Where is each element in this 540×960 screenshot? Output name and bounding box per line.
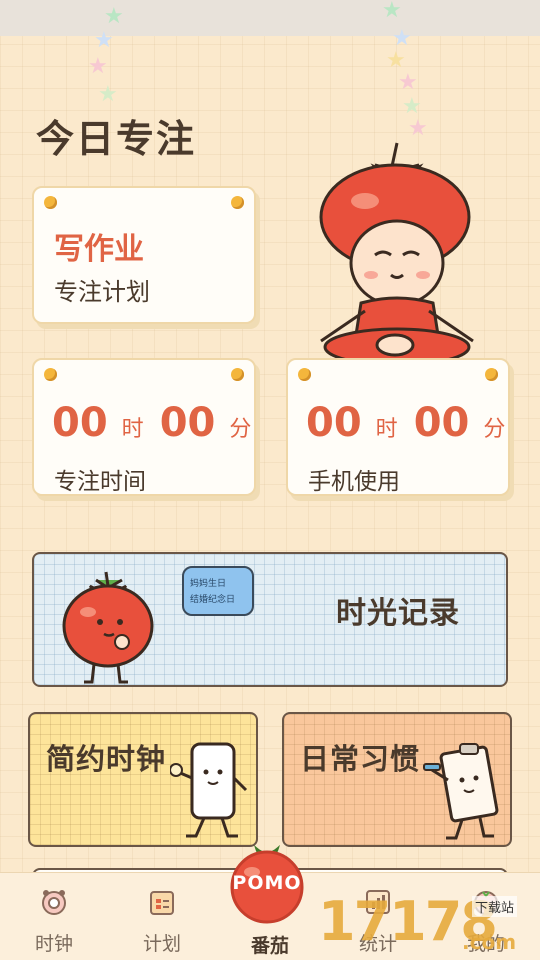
task-name: 写作业 [54,232,144,267]
daily-habit-tile[interactable]: 日常习惯 [282,712,512,847]
bubble-text-1: 妈妈生日 [190,579,227,589]
minute-unit: 分 [229,417,252,442]
pomo-button[interactable]: POMO [226,842,308,924]
focus-time-value: 00 时 00 分 [52,400,267,446]
clock-icon [42,890,66,915]
time-record-banner[interactable]: 妈妈生日 结婚纪念日 时光记录 [32,552,508,687]
simple-clock-tile[interactable]: 简约时钟 [28,712,258,847]
star-icon: ★ [402,94,422,119]
bubble-text-2: 结婚纪念日 [190,595,236,605]
star-icon: ★ [88,54,108,79]
hour-unit: 时 [375,417,398,442]
minute-unit: 分 [483,417,506,442]
pin-icon [298,368,311,381]
hour-unit: 时 [121,417,144,442]
pomo-label: POMO [232,872,302,894]
pin-icon [485,368,498,381]
phone-usage-card[interactable]: 00 时 00 分 手机使用 [286,358,510,496]
phone-usage-label: 手机使用 [308,469,400,495]
meditating-tomato-mascot [319,142,474,367]
calendar-icon [150,891,174,915]
phone-minutes: 00 [413,400,470,446]
focus-time-card[interactable]: 00 时 00 分 专注时间 [32,358,256,496]
reminder-bubble: 妈妈生日 结婚纪念日 [182,566,254,616]
focus-plan-card[interactable]: 写作业 专注计划 [32,186,256,324]
page-title: 今日专注 [36,117,197,161]
nav-item-plan[interactable]: 计划 [122,887,202,956]
pin-icon [44,368,57,381]
status-bar [0,0,540,36]
focus-time-label: 专注时间 [54,469,146,495]
star-icon: ★ [386,48,406,73]
star-icon: ★ [398,70,418,95]
star-icon: ★ [104,4,124,29]
site-watermark: 17178 下载站 .com [312,890,540,960]
phone-hours: 00 [306,400,362,446]
nav-label-plan: 计划 [142,933,181,955]
pin-icon [231,368,244,381]
focus-hours: 00 [52,400,108,446]
clipboard-character-illustration [423,743,499,840]
star-icon: ★ [98,82,118,107]
time-record-title: 时光记录 [336,596,460,631]
simple-clock-title: 简约时钟 [46,742,167,776]
phone-character-illustration [170,742,248,838]
plan-label: 专注计划 [54,278,150,306]
star-trail-right: ★ ★ ★ ★ ★ ★ [378,0,438,150]
pin-icon [44,196,57,209]
watermark-domain: .com [462,930,517,954]
phone-usage-value: 00 时 00 分 [306,400,521,446]
nav-label-tomato: 番茄 [250,935,289,957]
nav-label-clock: 时钟 [34,933,73,955]
tomato-thinking-illustration [62,571,154,684]
star-icon: ★ [382,0,402,23]
nav-item-tomato[interactable]: 番茄 [230,931,310,958]
watermark-text: 下载站 [472,896,518,917]
pin-icon [231,196,244,209]
star-icon: ★ [94,28,114,53]
star-icon: ★ [392,26,412,51]
daily-habit-title: 日常习惯 [300,742,421,776]
focus-minutes: 00 [159,400,216,446]
nav-item-clock[interactable]: 时钟 [14,887,94,956]
